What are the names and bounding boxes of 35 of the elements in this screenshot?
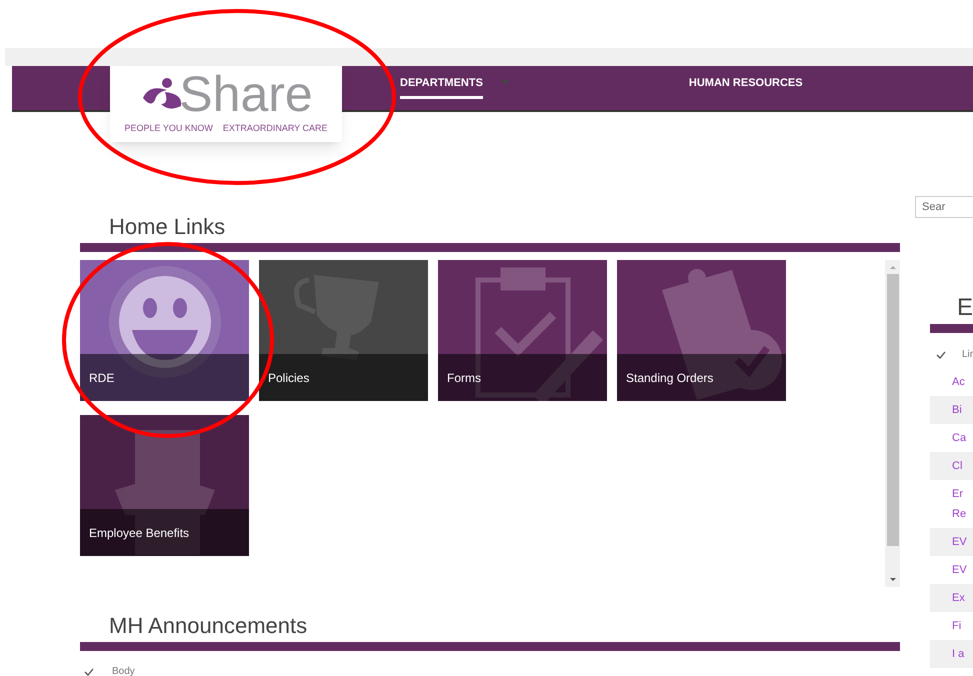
nav-link[interactable]: HUMAN RESOURCES — [688, 66, 803, 98]
list-link[interactable]: EV — [952, 534, 973, 550]
tile-label: RDE — [89, 370, 114, 386]
list-link[interactable]: Er Re — [952, 486, 973, 522]
search-field[interactable]: Sear — [915, 196, 973, 218]
list-link[interactable]: Fi — [952, 618, 973, 634]
logo-tagline: EXTRAORDINARY CARE — [222, 122, 328, 135]
tile-label: Employee Benefits — [89, 524, 190, 542]
list-link[interactable]: Ac — [952, 374, 973, 390]
tile-label: Standing Orders — [626, 370, 714, 386]
link-tile[interactable]: Policies — [259, 260, 428, 401]
list-link[interactable]: Ex — [952, 590, 973, 606]
column-header[interactable]: Body — [112, 664, 135, 676]
scrollbar[interactable] — [885, 260, 900, 587]
link-tile[interactable]: Standing Orders — [617, 260, 786, 401]
column-header[interactable]: Lir — [962, 347, 973, 362]
tile-label: Forms — [447, 370, 481, 386]
logo-tagline: PEOPLE YOU KNOW — [124, 122, 213, 135]
section-title: Home Links — [108, 214, 226, 240]
caret-icon[interactable] — [500, 80, 509, 85]
link-tile[interactable]: RDE — [80, 260, 249, 401]
link-tile[interactable]: Forms — [438, 260, 607, 401]
link-tile[interactable]: Employee Benefits — [80, 415, 249, 556]
section-title: MH Announcements — [108, 613, 308, 639]
logo-wordmark: Share — [179, 68, 313, 120]
tile-label: Policies — [268, 370, 310, 386]
list-link[interactable]: Bi — [952, 402, 973, 418]
list-link[interactable]: Cl — [952, 458, 973, 474]
list-link[interactable]: I a — [952, 646, 973, 662]
check-icon — [936, 350, 946, 358]
nav-link[interactable]: DEPARTMENTS — [400, 66, 483, 98]
list-link[interactable]: EV — [952, 562, 973, 578]
check-icon — [84, 668, 94, 676]
section-title: El — [956, 294, 973, 322]
list-link[interactable]: Ca — [952, 430, 973, 446]
